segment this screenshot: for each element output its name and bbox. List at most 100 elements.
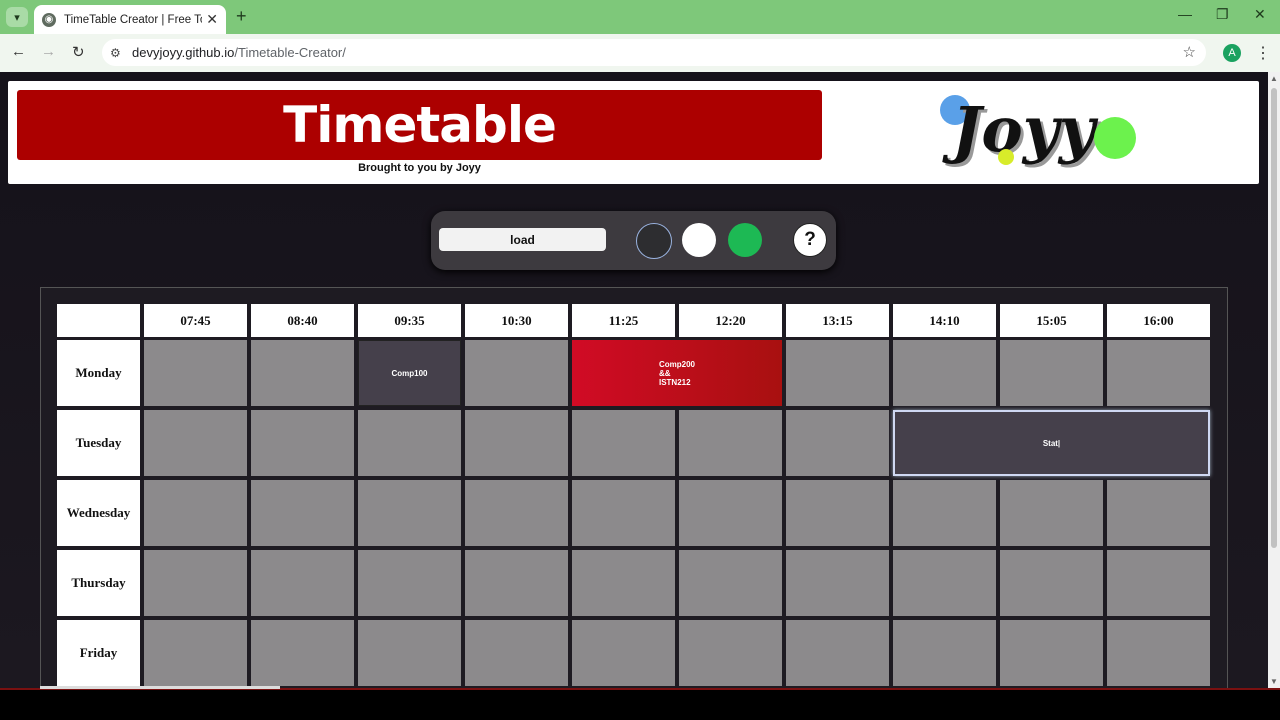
globe-icon: ◉ (42, 12, 56, 27)
bottom-edge (0, 688, 1280, 720)
scrollbar-thumb[interactable] (1271, 88, 1277, 548)
timetable-slot[interactable] (251, 480, 354, 546)
bookmark-star-icon[interactable]: ☆ (1183, 43, 1196, 61)
class-event[interactable]: Comp100 (358, 340, 461, 406)
page-header: Timetable Brought to you by Joyy Joyy (8, 81, 1259, 184)
timetable-slot[interactable] (679, 480, 782, 546)
timetable-slot[interactable] (1107, 620, 1210, 686)
timetable-slot[interactable] (144, 550, 247, 616)
day-label: Friday (57, 620, 140, 686)
browser-tab[interactable]: ◉ TimeTable Creator | Free Tool fo ✕ (34, 5, 226, 34)
url-text: devyjoyy.github.io/Timetable-Creator/ (132, 45, 346, 60)
day-label: Monday (57, 340, 140, 406)
class-event[interactable]: Comp200 && ISTN212 (572, 340, 782, 406)
timetable-slot[interactable] (1000, 620, 1103, 686)
maximize-icon[interactable]: ❐ (1216, 6, 1229, 23)
day-label: Tuesday (57, 410, 140, 476)
scroll-down-icon[interactable]: ▼ (1270, 677, 1278, 686)
time-header: 08:40 (251, 304, 354, 337)
minimize-icon[interactable]: — (1178, 6, 1192, 22)
page-title: Timetable (283, 96, 557, 154)
back-arrow-icon[interactable]: ← (11, 43, 26, 60)
timetable-slot[interactable] (1000, 480, 1103, 546)
day-label: Wednesday (57, 480, 140, 546)
timetable-slot[interactable] (786, 480, 889, 546)
timetable-slot[interactable] (465, 550, 568, 616)
timetable-slot[interactable] (786, 340, 889, 406)
help-button[interactable]: ? (793, 223, 827, 257)
event-label: Stat| (1042, 438, 1061, 448)
title-banner: Timetable (17, 90, 822, 160)
timetable-slot[interactable] (893, 340, 996, 406)
web-page: Timetable Brought to you by Joyy Joyy lo… (0, 72, 1268, 688)
timetable-slot[interactable] (572, 620, 675, 686)
scroll-up-icon[interactable]: ▲ (1270, 74, 1278, 83)
time-header: 15:05 (1000, 304, 1103, 337)
timetable-slot[interactable] (679, 620, 782, 686)
event-label-line: ISTN212 (658, 377, 691, 387)
timetable-slot[interactable] (358, 480, 461, 546)
timetable-slot[interactable] (893, 480, 996, 546)
timetable-slot[interactable] (893, 620, 996, 686)
timetable-slot[interactable] (465, 480, 568, 546)
close-tab-icon[interactable]: ✕ (206, 11, 218, 28)
timetable-slot[interactable] (144, 340, 247, 406)
new-tab-button[interactable]: + (236, 6, 247, 27)
timetable-slot[interactable] (572, 550, 675, 616)
timetable-slot[interactable] (1107, 480, 1210, 546)
timetable-slot[interactable] (465, 340, 568, 406)
timetable-slot[interactable] (144, 620, 247, 686)
timetable-slot[interactable] (679, 410, 782, 476)
event-label-line: && (658, 368, 671, 378)
timetable-slot[interactable] (1000, 340, 1103, 406)
timetable-slot[interactable] (893, 550, 996, 616)
time-header: 12:20 (679, 304, 782, 337)
time-header: 07:45 (144, 304, 247, 337)
horizontal-scroll-indicator[interactable] (40, 686, 280, 689)
browser-toolbar: ← → ↻ ⚙ devyjoyy.github.io/Timetable-Cre… (0, 34, 1280, 72)
timetable-slot[interactable] (251, 550, 354, 616)
timetable-slot[interactable] (358, 410, 461, 476)
logo-yellow-dot (998, 149, 1014, 165)
timetable-slot[interactable] (251, 620, 354, 686)
time-header: 14:10 (893, 304, 996, 337)
address-bar[interactable]: ⚙ devyjoyy.github.io/Timetable-Creator/ … (102, 39, 1206, 66)
timetable-slot[interactable] (1000, 550, 1103, 616)
timetable-slot[interactable] (1107, 340, 1210, 406)
time-header: 10:30 (465, 304, 568, 337)
tab-title: TimeTable Creator | Free Tool fo (64, 13, 202, 26)
timetable-slot[interactable] (358, 620, 461, 686)
site-settings-icon[interactable]: ⚙ (110, 46, 126, 60)
theme-green-swatch[interactable] (728, 223, 762, 257)
timetable-slot[interactable] (786, 620, 889, 686)
timetable-slot[interactable] (786, 550, 889, 616)
time-header: 16:00 (1107, 304, 1210, 337)
timetable-slot[interactable] (465, 620, 568, 686)
timetable-slot[interactable] (1107, 550, 1210, 616)
reload-icon[interactable]: ↻ (72, 43, 85, 61)
timetable-slot[interactable] (358, 550, 461, 616)
timetable-slot[interactable] (251, 410, 354, 476)
time-header: 09:35 (358, 304, 461, 337)
timetable-slot[interactable] (786, 410, 889, 476)
browser-menu-icon[interactable]: ⋮ (1255, 43, 1271, 63)
vertical-scrollbar[interactable]: ▲ ▼ (1268, 72, 1280, 688)
timetable-slot[interactable] (465, 410, 568, 476)
theme-white-swatch[interactable] (682, 223, 716, 257)
timetable-slot[interactable] (572, 410, 675, 476)
load-button[interactable]: load (439, 228, 606, 251)
timetable-slot[interactable] (679, 550, 782, 616)
theme-dark-swatch[interactable] (636, 223, 672, 259)
logo-wordmark: Joyy (952, 93, 1095, 166)
class-event[interactable]: Stat| (893, 410, 1210, 476)
timetable-slot[interactable] (144, 480, 247, 546)
close-window-icon[interactable]: ✕ (1254, 6, 1266, 23)
byline: Brought to you by Joyy (358, 162, 481, 174)
timetable-slot[interactable] (572, 480, 675, 546)
timetable-slot[interactable] (144, 410, 247, 476)
event-label-line: Comp200 (658, 359, 695, 369)
profile-avatar[interactable]: A (1223, 44, 1241, 62)
timetable-slot[interactable] (251, 340, 354, 406)
forward-arrow-icon[interactable]: → (41, 43, 56, 60)
tab-search-button[interactable]: ▾ (6, 7, 28, 27)
